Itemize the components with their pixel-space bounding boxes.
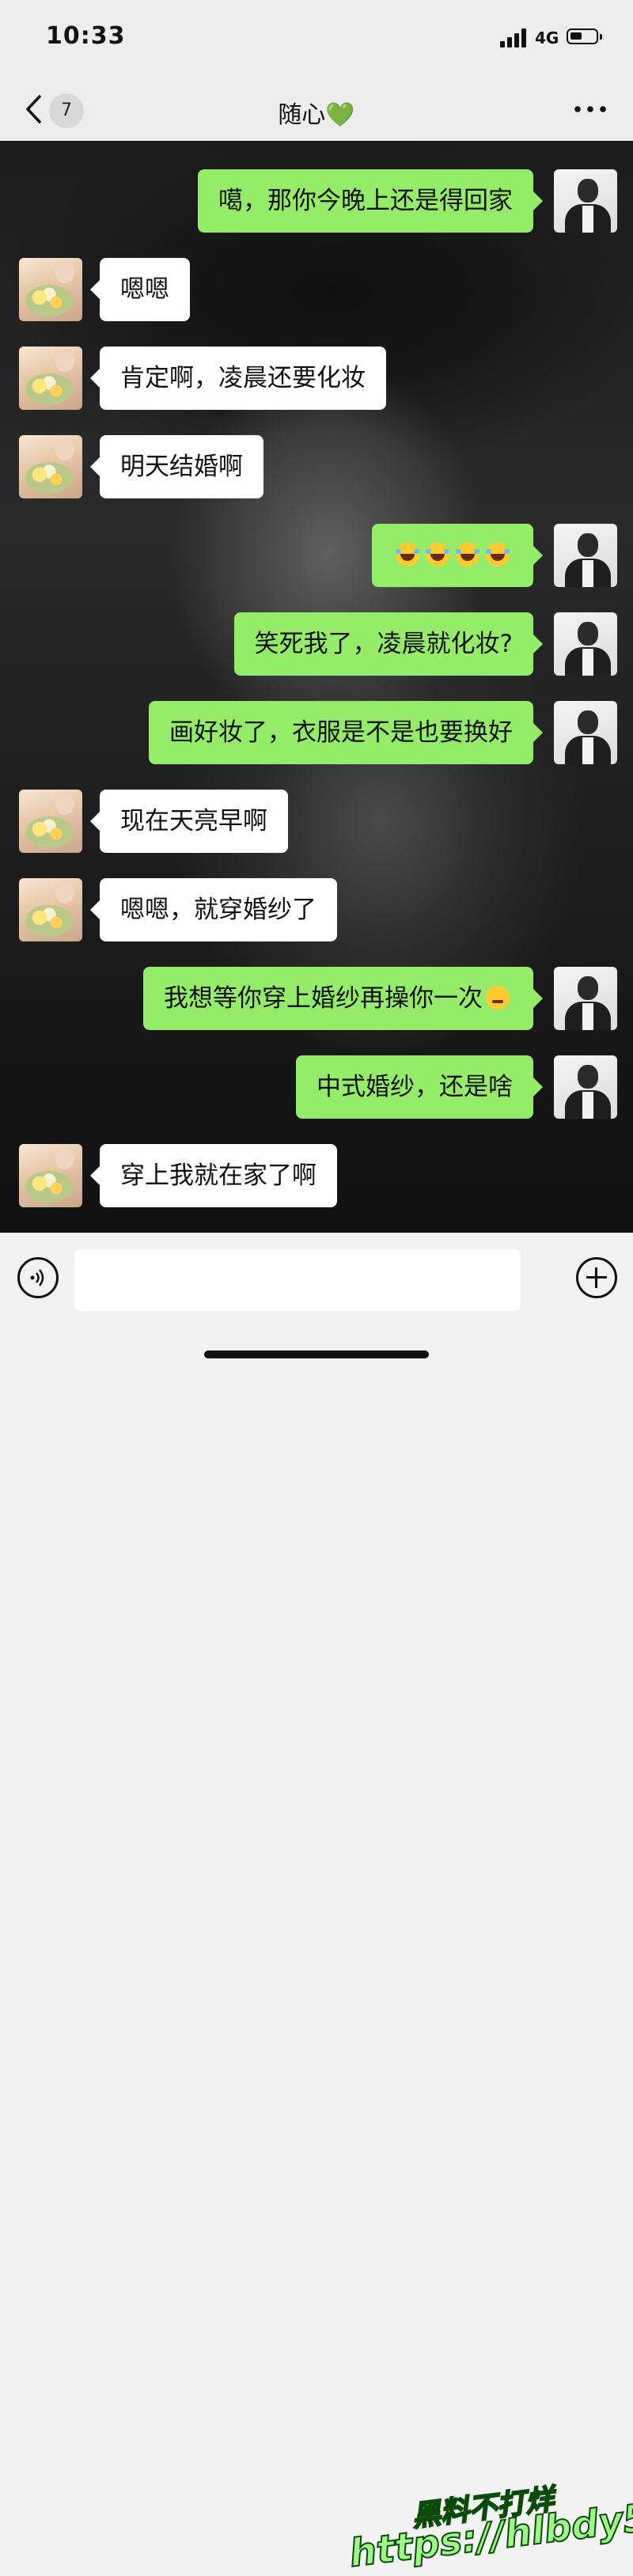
message-row: 穿上我就在家了啊 [0, 1141, 633, 1207]
message-row: 肯定啊，凌晨还要化妆 [0, 343, 633, 410]
battery-icon [567, 28, 602, 44]
my-avatar[interactable] [554, 701, 617, 764]
message-bubble-received[interactable]: 现在天亮早啊 [90, 790, 288, 853]
my-avatar[interactable] [554, 169, 617, 233]
laughing-tears-emoji [396, 543, 419, 566]
message-row: 画好妆了，衣服是不是也要换好 [0, 698, 633, 764]
network-type: 4G [535, 28, 559, 47]
contact-avatar[interactable] [19, 790, 82, 853]
message-row [0, 521, 633, 587]
laughing-tears-emoji [426, 543, 449, 566]
message-row: 明天结婚啊 [0, 432, 633, 498]
my-avatar[interactable] [554, 612, 617, 676]
message-row: 噶，那你今晚上还是得回家 [0, 166, 633, 233]
message-row: 嗯嗯，就穿婚纱了 [0, 875, 633, 941]
contact-avatar[interactable] [19, 347, 82, 410]
message-bubble-sent[interactable]: 噶，那你今晚上还是得回家 [198, 169, 543, 233]
contact-avatar[interactable] [19, 258, 82, 321]
chat-header: 7 随心💚 [0, 79, 633, 141]
message-bubble-sent[interactable]: 中式婚纱，还是啥 [296, 1055, 543, 1119]
input-bar: 黑料不打烊 https://hlbdy5.com [0, 1233, 633, 2576]
message-bubble-received[interactable]: 肯定啊，凌晨还要化妆 [90, 347, 386, 410]
message-bubble-sent[interactable]: 我想等你穿上婚纱再操你一次 [143, 967, 543, 1030]
message-row: 我想等你穿上婚纱再操你一次 [0, 964, 633, 1030]
message-bubble-received[interactable]: 穿上我就在家了啊 [90, 1144, 337, 1207]
laughing-tears-emoji [456, 543, 479, 566]
my-avatar[interactable] [554, 967, 617, 1030]
signal-bars-icon [500, 28, 529, 47]
status-time: 10:33 [46, 22, 126, 50]
message-bubble-received[interactable]: 嗯嗯 [90, 258, 190, 321]
message-row: 现在天亮早啊 [0, 786, 633, 853]
message-text: 我想等你穿上婚纱再操你一次 [164, 984, 483, 1013]
message-row: 笑死我了，凌晨就化妆? [0, 609, 633, 676]
status-bar: 10:33 4G [0, 0, 633, 79]
smirk-emoji [486, 986, 510, 1010]
plus-icon[interactable] [576, 1257, 617, 1298]
chat-message-list[interactable]: 噶，那你今晚上还是得回家 嗯嗯 肯定啊，凌晨还要化妆 明天结婚啊 笑死我了，凌晨… [0, 141, 633, 1233]
message-bubble-sent[interactable]: 笑死我了，凌晨就化妆? [233, 612, 544, 676]
home-indicator[interactable] [204, 1351, 429, 1358]
message-bubble-sent[interactable]: 画好妆了，衣服是不是也要换好 [149, 701, 543, 764]
laughing-tears-emoji [486, 543, 510, 566]
voice-icon[interactable] [17, 1257, 59, 1298]
contact-avatar[interactable] [19, 435, 82, 498]
message-input[interactable] [74, 1249, 521, 1311]
contact-avatar[interactable] [19, 1144, 82, 1207]
more-dots-icon[interactable] [574, 106, 606, 112]
contact-avatar[interactable] [19, 878, 82, 941]
message-bubble-received[interactable]: 明天结婚啊 [90, 435, 263, 498]
message-bubble-sent[interactable] [372, 524, 543, 587]
chat-title: 随心💚 [278, 101, 355, 129]
my-avatar[interactable] [554, 524, 617, 587]
message-row: 中式婚纱，还是啥 [0, 1052, 633, 1119]
message-bubble-received[interactable]: 嗯嗯，就穿婚纱了 [90, 878, 337, 941]
my-avatar[interactable] [554, 1055, 617, 1119]
message-row: 嗯嗯 [0, 255, 633, 321]
